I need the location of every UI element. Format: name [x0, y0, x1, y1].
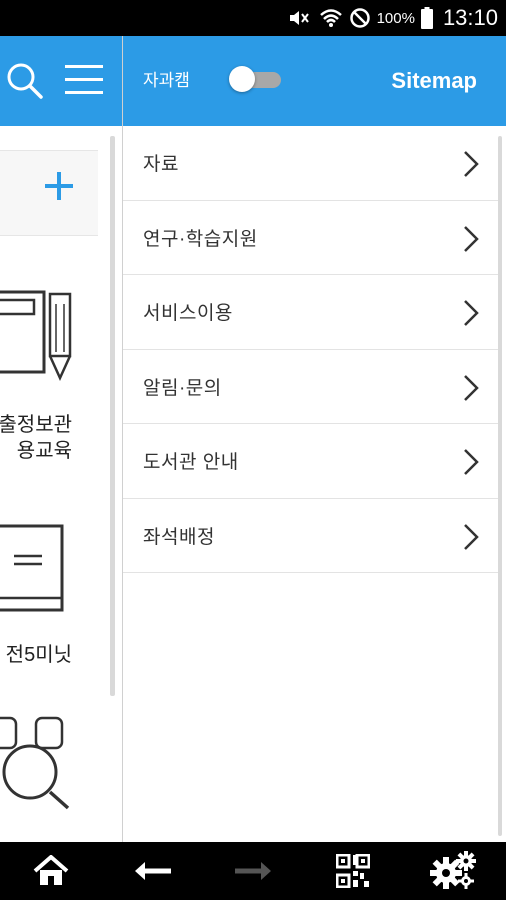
no-signal-icon: [349, 7, 371, 29]
status-bar: 100% 13:10: [0, 0, 506, 36]
drawer-header: 자과캠 Sitemap: [123, 36, 506, 126]
menu-item-label: 자료: [143, 154, 179, 176]
app-header: [0, 36, 122, 126]
forward-arrow-icon[interactable]: [226, 842, 280, 900]
book-icon: [0, 522, 70, 618]
menu-item-label: 연구·학습지원: [143, 228, 258, 250]
menu-item-label: 알림·문의: [143, 377, 222, 399]
chevron-right-icon: [463, 448, 479, 476]
plus-icon[interactable]: [42, 169, 78, 205]
campus-toggle[interactable]: [229, 66, 281, 92]
tile-label: 전5미닛: [5, 644, 72, 666]
chevron-right-icon: [463, 374, 479, 402]
settings-gears-icon[interactable]: [426, 842, 480, 900]
chevron-right-icon: [463, 523, 479, 551]
book-pencil-icon: [0, 286, 80, 382]
mute-icon: [287, 8, 313, 28]
menu-item-seat-assignment[interactable]: 좌석배정: [123, 499, 499, 573]
scrollbar[interactable]: [110, 136, 115, 696]
qr-code-icon[interactable]: [330, 842, 376, 900]
campus-toggle-label: 자과캠: [143, 71, 190, 90]
menu-item-library-guide[interactable]: 도서관 안내: [123, 424, 499, 499]
menu-item-notices-inquiry[interactable]: 알림·문의: [123, 350, 499, 424]
menu-item-materials[interactable]: 자료: [123, 126, 499, 201]
battery-percent: 100%: [376, 9, 415, 27]
search-people-icon: [0, 716, 80, 816]
background-page: 출정보관 용교육 전5미닛: [0, 36, 122, 842]
battery-icon: [420, 7, 433, 29]
status-icons: 100% 13:10: [287, 0, 498, 36]
tile-label: 출정보관 용교육: [0, 414, 72, 462]
toggle-knob: [229, 66, 255, 92]
chevron-right-icon: [463, 150, 479, 178]
add-card[interactable]: [0, 150, 98, 236]
bottom-nav: [0, 842, 506, 900]
scrollbar[interactable]: [498, 136, 502, 836]
menu-item-label: 서비스이용: [143, 303, 233, 325]
menu-item-label: 도서관 안내: [143, 452, 239, 474]
hamburger-menu-icon[interactable]: [62, 60, 106, 100]
chevron-right-icon: [463, 299, 479, 327]
background-content: 출정보관 용교육 전5미닛: [0, 126, 122, 842]
sitemap-drawer: 자과캠 Sitemap 자료 연구·학습지원 서비스이용 알림·문의 도서관 안…: [122, 36, 506, 842]
wifi-icon: [319, 8, 343, 28]
sitemap-menu: 자료 연구·학습지원 서비스이용 알림·문의 도서관 안내 좌석배정: [123, 126, 499, 573]
back-arrow-icon[interactable]: [126, 842, 180, 900]
clock: 13:10: [442, 5, 498, 30]
drawer-title: Sitemap: [391, 68, 477, 93]
chevron-right-icon: [463, 225, 479, 253]
menu-item-services[interactable]: 서비스이용: [123, 275, 499, 350]
search-icon[interactable]: [4, 60, 46, 102]
home-icon[interactable]: [26, 842, 76, 900]
menu-item-research-support[interactable]: 연구·학습지원: [123, 201, 499, 275]
menu-item-label: 좌석배정: [143, 526, 215, 548]
